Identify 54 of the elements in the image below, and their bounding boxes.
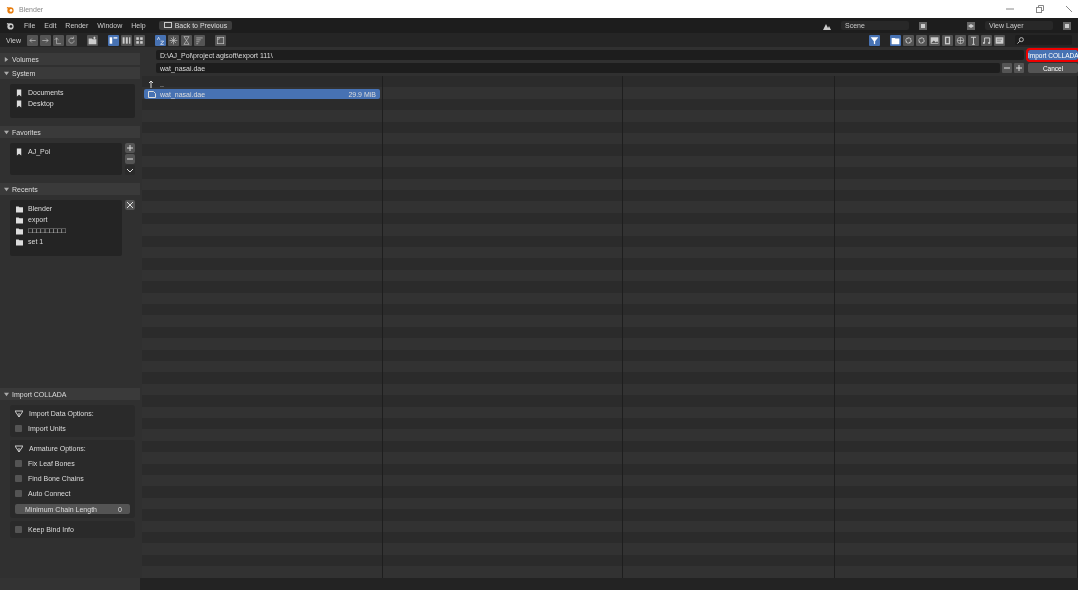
checkbox[interactable]: [15, 490, 22, 497]
refresh-icon[interactable]: [66, 34, 78, 46]
checkbox[interactable]: [15, 475, 22, 482]
new-folder-icon[interactable]: [87, 34, 99, 46]
close-icon[interactable]: [1066, 5, 1072, 13]
expanded-triangle-icon[interactable]: [4, 186, 9, 192]
remove-icon[interactable]: [125, 154, 135, 164]
filter-icon[interactable]: [869, 34, 880, 46]
globe-icon[interactable]: [955, 34, 966, 46]
clear-icon[interactable]: [125, 200, 135, 210]
music-icon[interactable]: [981, 34, 992, 46]
armature-icon: [15, 409, 23, 418]
checkbox[interactable]: [15, 425, 22, 432]
search-icon: [1017, 36, 1024, 44]
expanded-triangle-icon[interactable]: [4, 70, 9, 76]
gear-icon[interactable]: [916, 34, 927, 46]
bookmark-icon: [16, 147, 23, 156]
checkbox[interactable]: [15, 526, 22, 533]
checkbox[interactable]: [15, 460, 22, 467]
font-icon[interactable]: [968, 34, 979, 46]
image-icon[interactable]: [929, 34, 940, 46]
hourglass-icon[interactable]: [181, 34, 193, 46]
vertical-list-icon[interactable]: [108, 34, 120, 46]
screen-icon: [163, 22, 172, 29]
search-field[interactable]: [1015, 35, 1072, 45]
sort-alphabetical-icon[interactable]: [155, 34, 167, 46]
layers-icon[interactable]: [966, 20, 976, 31]
parent-directory-icon: [148, 80, 156, 88]
add-icon[interactable]: [125, 143, 135, 153]
folder-icon[interactable]: [890, 34, 901, 46]
sort-size-icon[interactable]: [194, 34, 206, 46]
increment-icon[interactable]: [1014, 63, 1024, 73]
gear-icon[interactable]: [903, 34, 914, 46]
file-icon: [148, 90, 156, 98]
copy-icon[interactable]: [1062, 20, 1072, 31]
expanded-triangle-icon[interactable]: [4, 129, 9, 135]
sort-extension-icon[interactable]: [168, 34, 180, 46]
text-icon[interactable]: [994, 34, 1005, 46]
expanded-triangle-icon[interactable]: [4, 391, 9, 397]
copy-icon[interactable]: [918, 20, 928, 31]
back-arrow-icon[interactable]: [27, 34, 39, 46]
app-logo-icon[interactable]: [6, 21, 15, 30]
hidden-files-icon[interactable]: [215, 34, 227, 46]
parent-directory-icon[interactable]: [53, 34, 65, 46]
forward-arrow-icon[interactable]: [40, 34, 52, 46]
chevron-down-icon[interactable]: [125, 165, 135, 175]
armature-icon: [15, 444, 23, 453]
app-logo-icon: [6, 4, 15, 14]
film-icon[interactable]: [942, 34, 953, 46]
thumbnails-icon[interactable]: [134, 34, 146, 46]
horizontal-list-icon[interactable]: [121, 34, 133, 46]
restore-icon[interactable]: [1036, 5, 1044, 13]
collapsed-triangle-icon[interactable]: [4, 56, 9, 62]
decrement-icon[interactable]: [1002, 63, 1012, 73]
